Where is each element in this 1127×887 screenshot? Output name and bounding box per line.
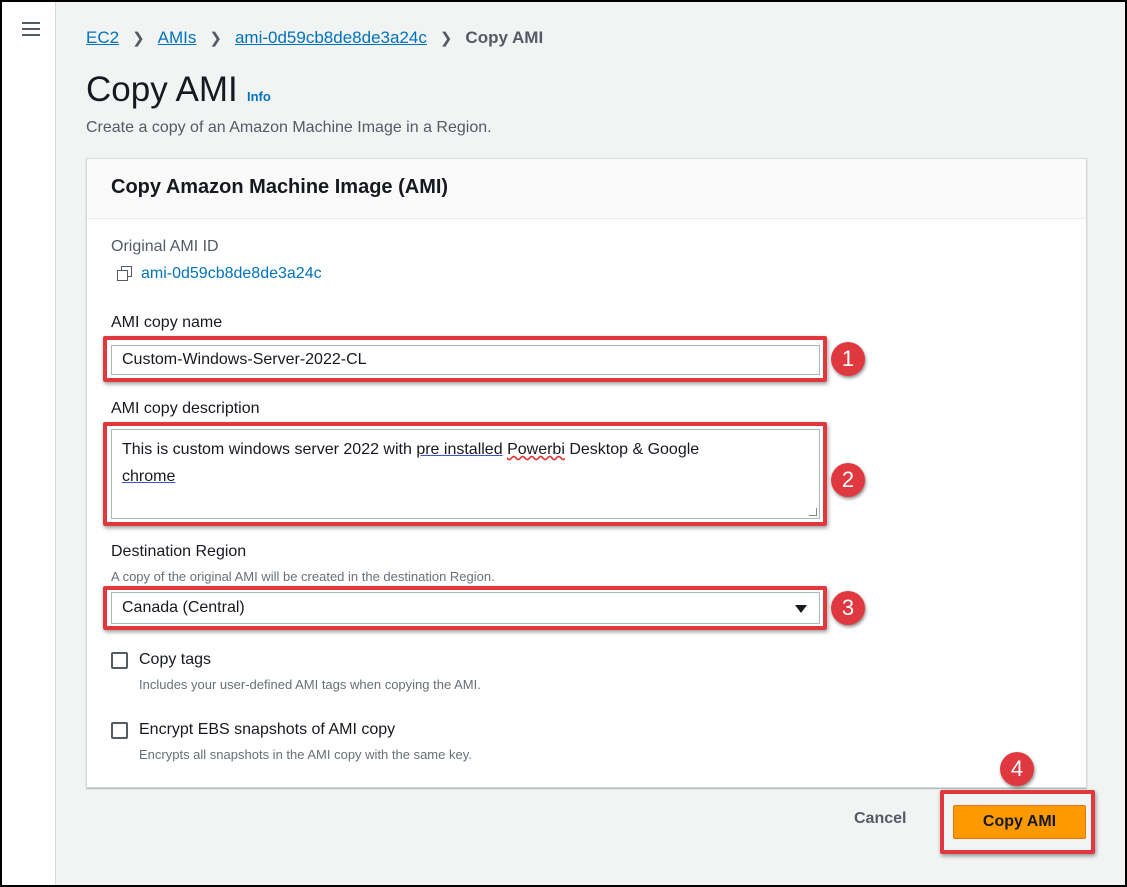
page-title: Copy AMI xyxy=(86,70,238,109)
annotation-badge-2: 2 xyxy=(831,463,865,497)
breadcrumb-current: Copy AMI xyxy=(465,28,544,47)
copy-tags-hint: Includes your user-defined AMI tags when… xyxy=(139,677,481,692)
original-ami-id[interactable]: ami-0d59cb8de8de3a24c xyxy=(141,265,322,283)
original-ami-link[interactable]: ami-0d59cb8de8de3a24c xyxy=(117,265,322,283)
copy-name-label: AMI copy name xyxy=(111,314,223,331)
breadcrumb-ami-id[interactable]: ami-0d59cb8de8de3a24c xyxy=(235,28,427,48)
annotation-highlight-1 xyxy=(103,336,827,382)
copy-tags-option[interactable]: Copy tags xyxy=(111,651,211,669)
copy-tags-checkbox[interactable] xyxy=(111,651,128,669)
menu-icon[interactable] xyxy=(22,22,40,36)
original-ami-label: Original AMI ID xyxy=(111,238,219,255)
window-frame: EC2 ❯ AMIs ❯ ami-0d59cb8de8de3a24c ❯ Cop… xyxy=(0,0,1127,887)
page-subtitle: Create a copy of an Amazon Machine Image… xyxy=(86,119,492,136)
panel-heading: Copy Amazon Machine Image (AMI) xyxy=(111,176,449,198)
chevron-right-icon: ❯ xyxy=(439,30,453,47)
copy-icon[interactable] xyxy=(117,266,133,282)
chevron-right-icon: ❯ xyxy=(209,30,222,47)
info-link[interactable]: Info xyxy=(247,89,271,104)
panel-header: Copy Amazon Machine Image (AMI) xyxy=(87,159,1086,219)
annotation-highlight-2 xyxy=(103,422,827,526)
annotation-highlight-4 xyxy=(940,790,1095,854)
annotation-badge-3: 3 xyxy=(831,591,865,625)
annotation-badge-1: 1 xyxy=(831,342,865,376)
copy-tags-label: Copy tags xyxy=(139,651,212,668)
breadcrumb-ec2[interactable]: EC2 xyxy=(86,28,119,48)
annotation-highlight-3 xyxy=(103,586,827,630)
encrypt-label: Encrypt EBS snapshots of AMI copy xyxy=(139,721,396,738)
side-navigation-rail xyxy=(2,2,56,885)
encrypt-option[interactable]: Encrypt EBS snapshots of AMI copy xyxy=(111,721,395,739)
chevron-right-icon: ❯ xyxy=(132,30,145,47)
encrypt-hint: Encrypts all snapshots in the AMI copy w… xyxy=(139,747,472,762)
destination-region-label: Destination Region xyxy=(111,543,247,560)
breadcrumb: EC2 ❯ AMIs ❯ ami-0d59cb8de8de3a24c ❯ Cop… xyxy=(86,27,543,49)
destination-region-hint: A copy of the original AMI will be creat… xyxy=(111,569,495,584)
annotation-badge-4: 4 xyxy=(1000,752,1034,786)
encrypt-checkbox[interactable] xyxy=(111,721,128,739)
description-label: AMI copy description xyxy=(111,400,260,417)
cancel-button[interactable]: Cancel xyxy=(854,810,906,828)
breadcrumb-amis[interactable]: AMIs xyxy=(158,28,197,48)
